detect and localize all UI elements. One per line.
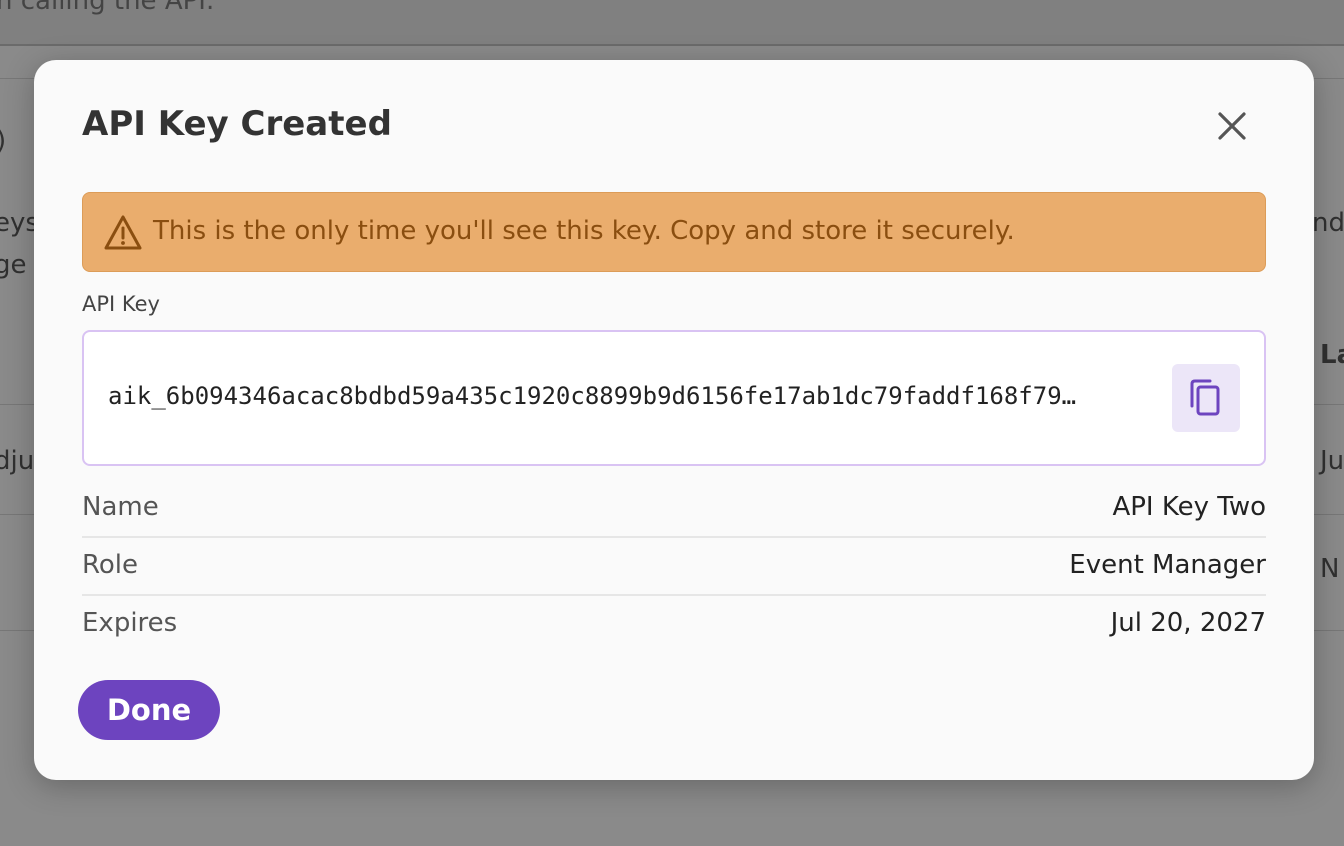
background-text-fragment: ge bbox=[0, 250, 27, 280]
detail-label: Expires bbox=[82, 608, 178, 638]
close-icon bbox=[1218, 112, 1246, 140]
api-key-field: aik_6b094346acac8bdbd59a435c1920c8899b9d… bbox=[82, 330, 1266, 466]
api-key-value[interactable]: aik_6b094346acac8bdbd59a435c1920c8899b9d… bbox=[108, 382, 1166, 410]
background-text-fragment: La bbox=[1320, 340, 1344, 370]
warning-banner: This is the only time you'll see this ke… bbox=[82, 192, 1266, 272]
detail-value: Jul 20, 2027 bbox=[1110, 608, 1266, 638]
close-button[interactable] bbox=[1212, 106, 1252, 146]
detail-row-expires: Expires Jul 20, 2027 bbox=[82, 596, 1266, 654]
detail-value: Event Manager bbox=[1069, 550, 1266, 580]
detail-row-role: Role Event Manager bbox=[82, 538, 1266, 596]
detail-label: Name bbox=[82, 492, 159, 522]
api-key-label: API Key bbox=[82, 292, 160, 316]
warning-message: This is the only time you'll see this ke… bbox=[153, 216, 1015, 246]
background-text-fragment: Ju bbox=[1320, 446, 1344, 476]
detail-value: API Key Two bbox=[1112, 492, 1266, 522]
background-text-fragment: ) bbox=[0, 126, 6, 156]
dialog-title: API Key Created bbox=[82, 104, 392, 144]
background-header-text: n calling the API. bbox=[0, 0, 215, 16]
detail-label: Role bbox=[82, 550, 139, 580]
done-button[interactable]: Done bbox=[78, 680, 220, 740]
detail-row-name: Name API Key Two bbox=[82, 480, 1266, 538]
background-text-fragment: dju bbox=[0, 446, 35, 476]
background-text-fragment: nd bbox=[1312, 208, 1344, 238]
background-header: n calling the API. bbox=[0, 0, 1344, 46]
copy-api-key-button[interactable] bbox=[1172, 364, 1240, 432]
warning-triangle-icon bbox=[104, 215, 142, 250]
copy-icon bbox=[1190, 379, 1220, 416]
api-key-created-dialog: API Key Created This is the only time yo… bbox=[34, 60, 1314, 780]
background-text-fragment: N bbox=[1320, 554, 1340, 584]
